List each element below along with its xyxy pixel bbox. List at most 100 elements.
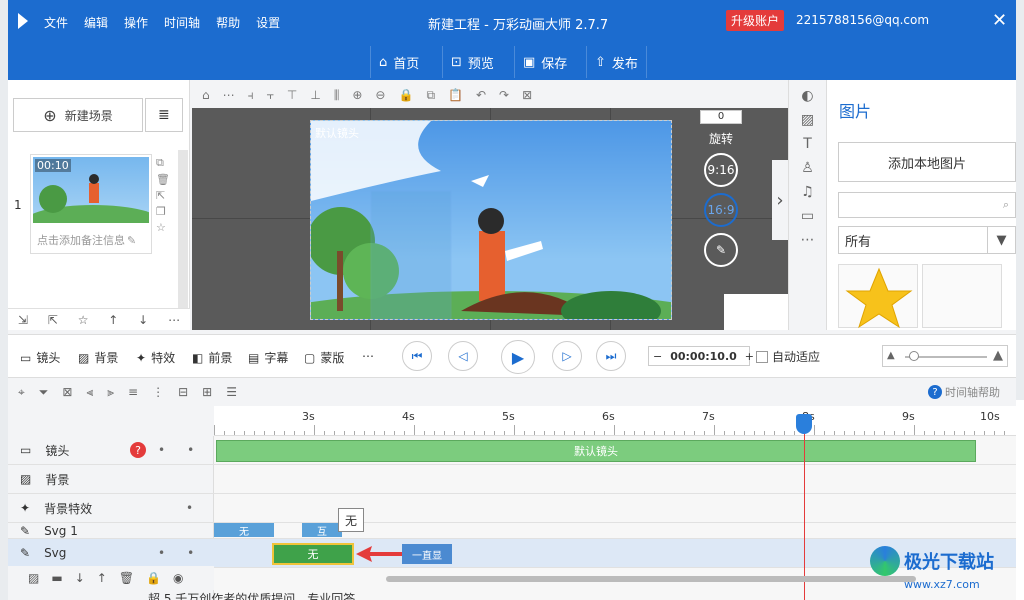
canvas-minimap[interactable] (724, 294, 788, 330)
chevron-right-icon[interactable]: › (772, 160, 788, 240)
home-view-icon[interactable]: ⌂ (202, 88, 210, 102)
slider-thumb[interactable] (909, 351, 919, 361)
up-arrow-icon[interactable]: ↑ (97, 571, 107, 585)
preview-button[interactable]: ⊡ 预览 (442, 46, 502, 78)
svg1-clip-a[interactable]: 无 (214, 523, 274, 538)
image-thumb-blank[interactable] (922, 264, 1002, 328)
timeline-ruler[interactable]: 3s 4s 5s 6s 7s 8s 9s 10s (214, 406, 1016, 436)
move-down-icon[interactable]: ↓ (138, 313, 148, 327)
menu-help[interactable]: 帮助 (216, 14, 240, 31)
image-search-input[interactable]: ⌕ (838, 192, 1016, 218)
next-scene-button[interactable]: ⏭ (596, 341, 626, 371)
align-start-icon[interactable]: ⫷ (86, 385, 93, 400)
menu-file[interactable]: 文件 (44, 14, 68, 31)
add-local-image-button[interactable]: 添加本地图片 (838, 142, 1016, 182)
playhead-handle[interactable] (796, 414, 812, 434)
svg-display-clip[interactable]: 一直显 (402, 544, 452, 564)
play-button[interactable]: ▶ (501, 340, 535, 374)
zoom-in-icon[interactable]: ⊕ (352, 88, 362, 102)
folder-icon[interactable]: ▬ (51, 571, 62, 585)
menu-settings[interactable]: 设置 (256, 14, 280, 31)
clear-icon[interactable]: ⊠ (522, 88, 532, 102)
text-icon[interactable]: T (803, 136, 812, 152)
camera-track-button[interactable]: ▭ 镜头 (20, 349, 60, 366)
duplicate-icon[interactable]: ❐ (156, 205, 170, 218)
track-row-camera[interactable]: ▭ 镜头 ? •• (8, 436, 214, 465)
align-left-icon[interactable]: ⫞ (248, 88, 254, 103)
group-icon[interactable]: ⊟ (178, 385, 188, 399)
redo-icon[interactable]: ↷ (499, 88, 509, 102)
undo-icon[interactable]: ↶ (476, 88, 486, 102)
menu-edit[interactable]: 编辑 (84, 14, 108, 31)
track-row-background[interactable]: ▨ 背景 (8, 465, 214, 494)
align-top-icon[interactable]: ⊤ (287, 88, 297, 102)
menu-timeline[interactable]: 时间轴 (164, 14, 200, 31)
more-tracks-icon[interactable]: ⋯ (362, 349, 374, 363)
down-arrow-icon[interactable]: ↓ (75, 571, 85, 585)
step-back-button[interactable]: ◁ (448, 341, 478, 371)
align-mid-icon[interactable]: ≡ (128, 385, 138, 399)
trash-icon[interactable]: 🗑 (119, 571, 134, 585)
zoom-out-icon[interactable]: ⊖ (375, 88, 385, 102)
track-options-icon[interactable]: • (186, 501, 215, 515)
home-button[interactable]: ⌂ 首页 (370, 46, 427, 78)
edit-pen-button[interactable]: ✎ (704, 233, 738, 267)
new-scene-button[interactable]: ⊕ 新建场景 (13, 98, 143, 132)
ratio-16-9-button[interactable]: 16:9 (704, 193, 738, 227)
track-options-icon[interactable]: •• (158, 546, 216, 560)
remove-icon[interactable]: ⊠ (62, 385, 72, 399)
scene-thumbnail[interactable]: 00:10 (33, 157, 149, 223)
character-icon[interactable]: ♙ (801, 160, 814, 176)
upgrade-button[interactable]: 升级账户 (726, 10, 785, 31)
lock-icon[interactable]: 🔒 (398, 88, 413, 102)
timeline-help-link[interactable]: ? 时间轴帮助 (928, 384, 1000, 400)
image-thumb-star[interactable] (838, 264, 918, 329)
camera-clip[interactable]: 默认镜头 (216, 440, 976, 462)
star-icon[interactable]: ☆ (156, 221, 170, 234)
list-icon[interactable]: ☰ (226, 385, 237, 399)
more-icon[interactable]: ⋯ (168, 313, 180, 327)
timeline-zoom-slider[interactable]: ▲ ▲ (882, 345, 1008, 367)
close-icon[interactable]: ✕ (992, 10, 1007, 31)
export-icon[interactable]: ⇱ (156, 189, 170, 202)
effect-track-button[interactable]: ✦ 特效 (136, 349, 175, 366)
rotation-input[interactable]: 0 (700, 110, 742, 124)
image-add-icon[interactable]: ▨ (28, 571, 39, 585)
scene-sort-button[interactable]: ≣ (145, 98, 183, 132)
track-row-bg-effect[interactable]: ✦ 背景特效 • (8, 494, 214, 523)
menu-operate[interactable]: 操作 (124, 14, 148, 31)
save-button[interactable]: ▣ 保存 (514, 46, 575, 78)
scene-note-input[interactable]: 点击添加备注信息 ✎ (33, 229, 149, 251)
background-track-button[interactable]: ▨ 背景 (78, 349, 118, 366)
checkbox[interactable] (756, 350, 768, 363)
align-end-icon[interactable]: ⫸ (107, 385, 114, 400)
distribute-icon[interactable]: ⫼ (334, 88, 340, 103)
paste-icon[interactable]: 📋 (448, 88, 463, 102)
prev-scene-button[interactable]: ⏮ (402, 341, 432, 371)
align-bottom-icon[interactable]: ⊥ (310, 88, 320, 102)
move-up-icon[interactable]: ↑ (108, 313, 118, 327)
shape-icon[interactable]: ◐ (801, 88, 813, 104)
bubble-icon[interactable]: ▭ (801, 208, 814, 224)
publish-button[interactable]: ⇧ 发布 (586, 46, 647, 78)
music-icon[interactable]: ♫ (801, 184, 814, 200)
ratio-9-16-button[interactable]: 9:16 (704, 153, 738, 187)
spread-icon[interactable]: ⋮ (152, 385, 164, 399)
more-options-icon[interactable]: ⋯ (223, 88, 235, 102)
scene-card[interactable]: 00:10 点击添加备注信息 ✎ (30, 154, 152, 254)
step-forward-button[interactable]: ▷ (552, 341, 582, 371)
duration-stepper[interactable]: − 00:00:10.0 + (648, 346, 754, 366)
foreground-track-button[interactable]: ◧ 前景 (192, 349, 232, 366)
align-center-icon[interactable]: ⫟ (267, 88, 274, 103)
add-keyframe-icon[interactable]: ⌖ (18, 385, 25, 400)
scene-scrollbar[interactable] (178, 150, 188, 330)
ungroup-icon[interactable]: ⊞ (202, 385, 212, 399)
track-row-svg1[interactable]: ✎ Svg 1 (8, 523, 214, 539)
import-icon[interactable]: ⇲ (18, 313, 28, 327)
track-row-svg[interactable]: ✎ Svg •• (8, 539, 214, 568)
auto-fit-checkbox[interactable]: 自动适应 (756, 348, 820, 365)
track-options-icon[interactable]: •• (158, 443, 216, 457)
export-scene-icon[interactable]: ⇱ (48, 313, 58, 327)
timeline-hscrollbar[interactable] (386, 576, 916, 582)
copy-canvas-icon[interactable]: ⧉ (426, 88, 435, 103)
